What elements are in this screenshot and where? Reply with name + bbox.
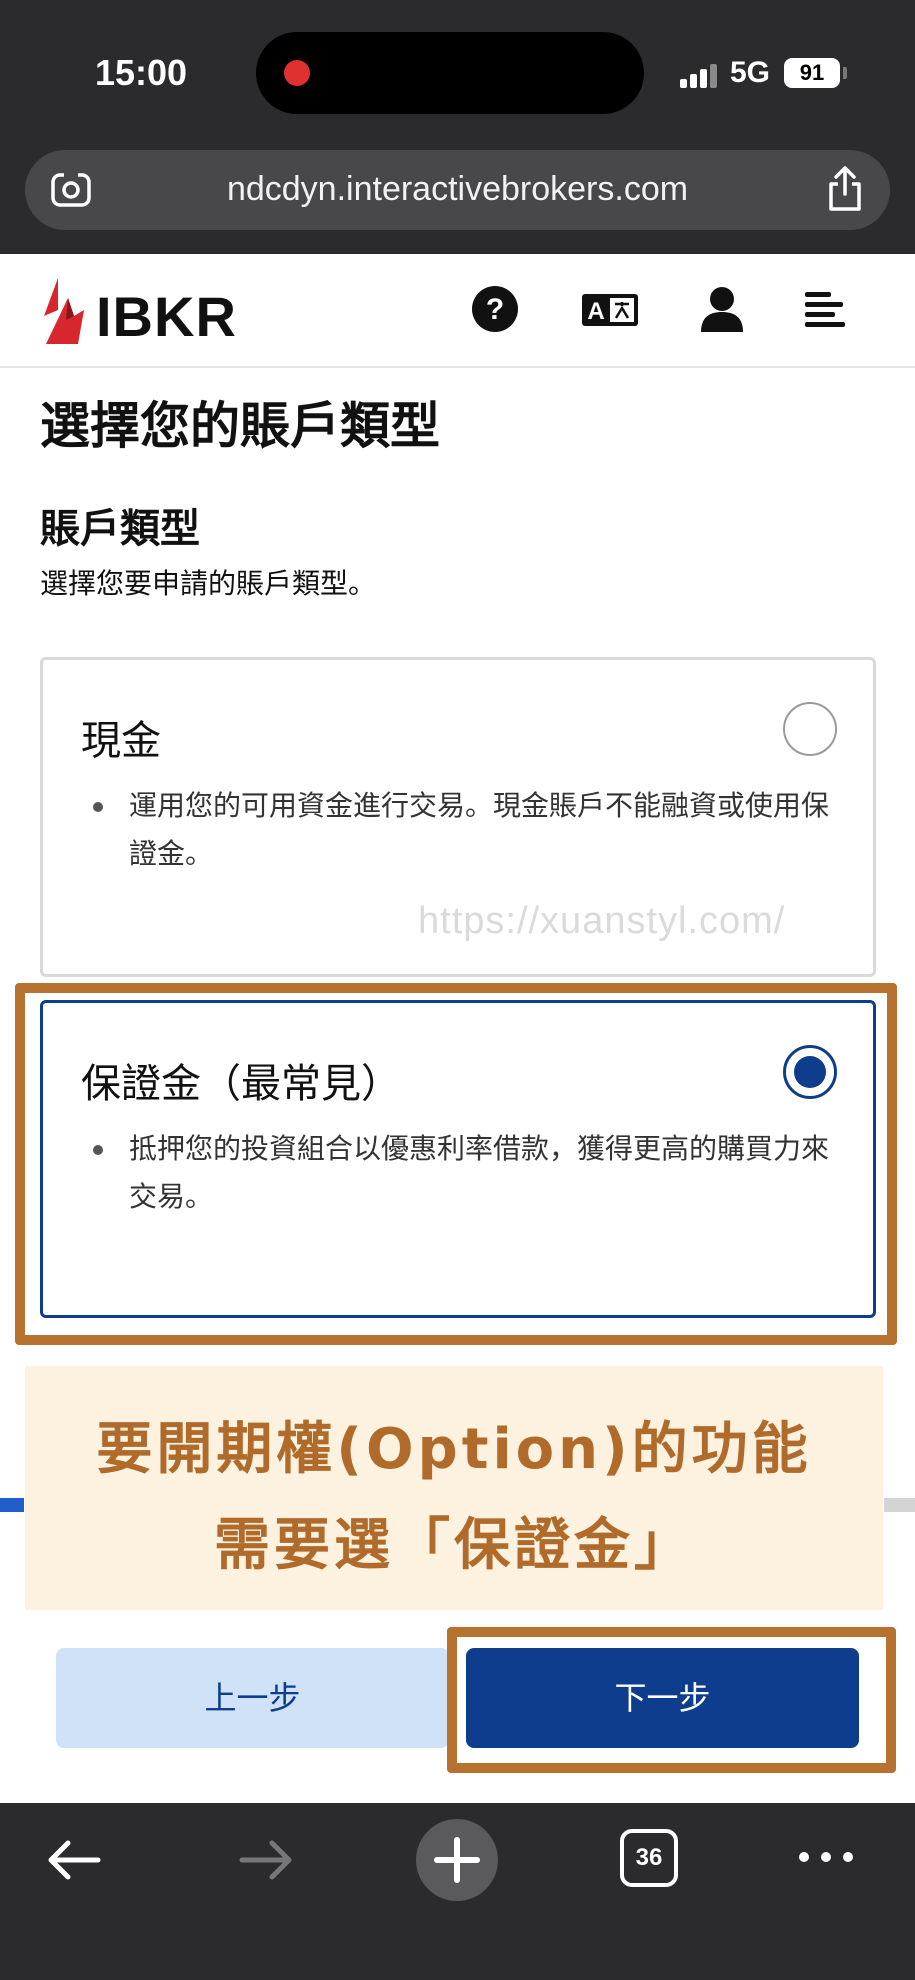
browser-toolbar: 36: [0, 1803, 915, 1980]
annotation-highlight-margin: [15, 983, 897, 1345]
address-bar[interactable]: ndcdyn.interactivebrokers.com: [25, 150, 890, 230]
annotation-highlight-next: [447, 1627, 896, 1773]
section-subtitle: 選擇您要申請的賬戶類型。: [40, 567, 377, 600]
option-description: 運用您的可用資金進行交易。現金賬戶不能融資或使用保證金。: [93, 782, 833, 878]
user-icon[interactable]: [697, 284, 747, 334]
annotation-line-1: 要開期權(Option)的功能: [96, 1417, 812, 1482]
new-tab-button[interactable]: [416, 1819, 498, 1901]
radio-cash[interactable]: [783, 702, 837, 756]
tab-switcher-button[interactable]: 36: [620, 1829, 678, 1887]
progress-bar-fill: [0, 1498, 24, 1512]
dynamic-island: [256, 32, 644, 114]
share-icon[interactable]: [825, 164, 865, 214]
annotation-line-2: 需要選「保證金」: [214, 1513, 694, 1578]
menu-icon[interactable]: [800, 284, 850, 334]
battery-tip: [843, 67, 847, 79]
back-arrow-icon[interactable]: [44, 1835, 104, 1885]
language-icon[interactable]: A: [580, 284, 640, 334]
site-header: IBKR ? A: [0, 254, 915, 368]
more-options-icon[interactable]: [796, 1847, 856, 1867]
annotation-banner: 要開期權(Option)的功能 需要選「保證金」: [25, 1366, 883, 1610]
option-title: 現金: [81, 718, 161, 764]
ibkr-logo-text[interactable]: IBKR: [96, 284, 237, 349]
ibkr-logo-icon[interactable]: [38, 276, 92, 346]
top-chrome: 15:00 5G 91 ndcdyn.interactivebrokers.co…: [0, 0, 915, 254]
progress-bar-track: [884, 1498, 915, 1512]
recording-indicator-icon: [284, 60, 310, 86]
network-type: 5G: [730, 56, 771, 89]
status-time: 15:00: [95, 52, 188, 93]
url-text[interactable]: ndcdyn.interactivebrokers.com: [25, 170, 890, 209]
signal-icon: [680, 62, 720, 88]
page-title: 選擇您的賬戶類型: [40, 397, 440, 455]
svg-text:?: ?: [486, 293, 504, 326]
help-icon[interactable]: ?: [470, 284, 520, 334]
previous-button[interactable]: 上一步: [56, 1648, 449, 1748]
forward-arrow-icon[interactable]: [236, 1835, 296, 1885]
plus-icon: [434, 1837, 480, 1883]
section-title: 賬戶類型: [40, 506, 200, 552]
battery-icon: 91: [784, 58, 840, 88]
svg-text:A: A: [587, 298, 604, 325]
watermark: https://xuanstyl.com/: [418, 900, 786, 942]
